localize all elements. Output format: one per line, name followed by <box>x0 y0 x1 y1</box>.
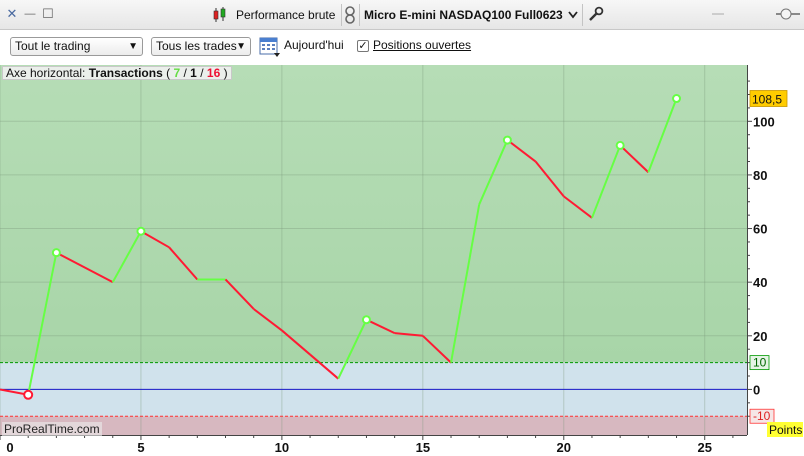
chevron-down-icon: ▼ <box>236 41 246 52</box>
slider-icon[interactable] <box>774 6 802 22</box>
x-tick-label: 15 <box>416 440 430 455</box>
gain-zone <box>0 65 747 363</box>
minimize-icon[interactable]: — <box>22 6 38 22</box>
slider-mini-icon <box>712 13 724 15</box>
date-label[interactable]: Aujourd'hui <box>284 38 344 52</box>
trades-filter-value: Tous les trades <box>156 39 237 53</box>
peak-point[interactable] <box>502 135 512 145</box>
x-tick-label: 5 <box>137 440 144 455</box>
peak-point[interactable] <box>615 140 625 150</box>
window-titlebar: ✕ — ☐ Performance brute Micro E-mini NAS… <box>0 0 804 30</box>
report-name[interactable]: Performance brute <box>236 8 335 22</box>
x-tick-label: 0 <box>6 440 13 455</box>
axis-title-open-paren: ( <box>166 66 171 80</box>
x-tick-label: 20 <box>557 440 571 455</box>
trading-scope-value: Tout le trading <box>15 39 91 53</box>
zero-tick-label: 0 <box>753 382 760 397</box>
candlestick-icon <box>213 7 226 22</box>
peak-point[interactable] <box>136 226 146 236</box>
y-tick-label: 80 <box>753 168 767 183</box>
y-tick-label: 60 <box>753 222 767 237</box>
trough-point[interactable] <box>23 389 34 400</box>
link-icon[interactable] <box>344 6 356 24</box>
units-label: Points <box>769 423 802 437</box>
performance-chart: 20 40 60 80 100 0 10 -10 108,5 0 5 10 15 20 25 Points A… <box>0 65 804 456</box>
loss-zone <box>0 416 747 435</box>
axis-title-separator: / <box>200 66 204 80</box>
axis-title-name: Transactions <box>88 66 163 80</box>
close-icon[interactable]: ✕ <box>4 6 20 22</box>
x-tick-label: 10 <box>275 440 289 455</box>
peak-point[interactable] <box>51 248 61 258</box>
chevron-down-icon[interactable] <box>568 11 578 19</box>
wins-count: 7 <box>173 66 181 80</box>
open-positions-checkbox[interactable]: ✓ <box>357 40 369 52</box>
open-positions-label[interactable]: Positions ouvertes <box>373 38 471 52</box>
report-toolbar: Tout le trading ▼ Tous les trades ▼ Aujo… <box>0 31 804 63</box>
lower-threshold-label: -10 <box>753 409 771 423</box>
wrench-icon[interactable] <box>588 6 604 22</box>
prorealtime-logo: ProRealTime.com <box>2 422 102 436</box>
performance-chart-svg[interactable]: 20 40 60 80 100 0 10 -10 108,5 0 5 10 15 20 25 Points <box>0 65 804 456</box>
axis-title-close-paren: ) <box>223 66 228 80</box>
neutral-count: 1 <box>190 66 197 80</box>
axis-title-separator: / <box>183 66 187 80</box>
maximize-icon[interactable]: ☐ <box>40 6 56 22</box>
y-tick-label: 20 <box>753 329 767 344</box>
trades-filter-select[interactable]: Tous les trades ▼ <box>151 37 251 56</box>
last-value-label: 108,5 <box>752 93 782 107</box>
peak-point[interactable] <box>361 315 371 325</box>
axis-title-prefix: Axe horizontal: <box>6 66 86 80</box>
horizontal-axis-title: Axe horizontal: Transactions ( 7 / 1 / 1… <box>2 66 232 80</box>
losses-count: 16 <box>206 66 221 80</box>
trading-scope-select[interactable]: Tout le trading ▼ <box>10 37 143 56</box>
upper-threshold-label: 10 <box>753 356 767 370</box>
calendar-icon[interactable] <box>259 36 280 57</box>
y-tick-label: 40 <box>753 275 767 290</box>
y-tick-label: 100 <box>753 114 775 129</box>
x-tick-label: 25 <box>697 440 711 455</box>
peak-point[interactable] <box>672 94 682 104</box>
instrument-name[interactable]: Micro E-mini NASDAQ100 Full0623 <box>364 8 563 22</box>
chevron-down-icon: ▼ <box>128 41 138 52</box>
